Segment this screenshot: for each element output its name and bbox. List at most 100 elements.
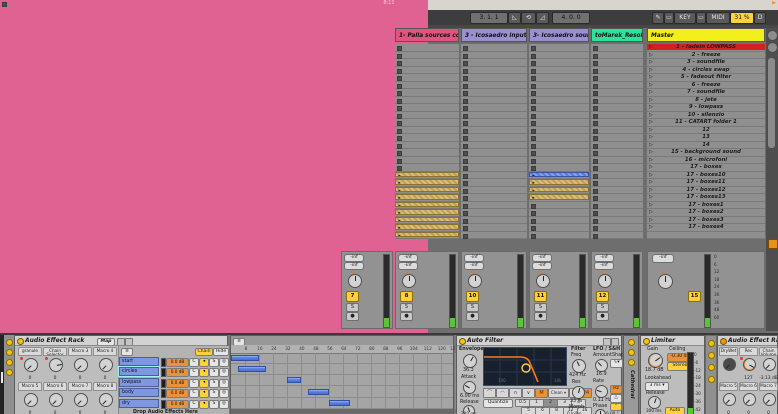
scene[interactable]: ▷17 - boxes1 bbox=[647, 202, 765, 208]
clip-slot[interactable]: ▶ bbox=[395, 179, 459, 187]
clip-slot[interactable] bbox=[591, 209, 643, 217]
lfo-rate-knob[interactable] bbox=[595, 385, 608, 398]
clip-slot[interactable] bbox=[529, 157, 589, 165]
track-activator[interactable]: 8 bbox=[400, 291, 413, 302]
scene-slot[interactable]: ▷2 - freeze bbox=[647, 52, 765, 60]
scene-slot[interactable]: ▷1 - fadein LOWPASS bbox=[647, 44, 765, 52]
chain-solo-button[interactable]: S bbox=[209, 389, 219, 398]
track-header-10[interactable]: 3- Icosaedro sources legno◉ bbox=[529, 28, 589, 42]
scene-slot[interactable]: ▷5 - fadeout filter bbox=[647, 74, 765, 82]
clip-stop-button[interactable] bbox=[593, 204, 598, 209]
chain-row-dry[interactable]: dry0.0 dBC◂S◎ bbox=[119, 399, 229, 409]
chain-name[interactable]: body bbox=[119, 388, 159, 397]
gain-field[interactable]: -inf bbox=[532, 262, 552, 270]
save-preset-icon[interactable] bbox=[611, 338, 619, 346]
chain-pan-field[interactable]: C bbox=[189, 389, 199, 398]
clip-slot[interactable] bbox=[591, 172, 643, 180]
clip-launch-icon[interactable]: ▶ bbox=[398, 196, 400, 200]
filter-type-highpass[interactable]: ◠ bbox=[496, 388, 509, 398]
clip-slot[interactable] bbox=[529, 119, 589, 127]
scene-launch-icon[interactable]: ▷ bbox=[649, 209, 653, 215]
scene-launch-icon[interactable]: ▷ bbox=[649, 104, 653, 110]
lfo-phase-knob[interactable] bbox=[595, 409, 606, 414]
chain-zone-bar[interactable] bbox=[329, 400, 350, 406]
clip-slot[interactable] bbox=[461, 74, 527, 82]
clip-slot[interactable] bbox=[461, 104, 527, 112]
clip-slot[interactable] bbox=[529, 217, 589, 225]
scene[interactable]: ▷12 bbox=[647, 127, 765, 133]
scene-launch-icon[interactable]: ▷ bbox=[649, 194, 653, 200]
chain-activator-button[interactable]: ◂ bbox=[199, 389, 209, 398]
clip-stop-button[interactable] bbox=[463, 54, 468, 59]
clip-slot[interactable]: ▶ bbox=[529, 179, 589, 187]
scene-launch-icon[interactable]: ▷ bbox=[649, 82, 653, 88]
clip-slot[interactable] bbox=[529, 127, 589, 135]
track-header-9[interactable]: 3 - Icosaedro input 1 bbox=[461, 28, 527, 42]
clip[interactable]: ▶ bbox=[395, 179, 459, 185]
clip-stop-button[interactable] bbox=[531, 234, 536, 239]
chain-pan-field[interactable]: C bbox=[189, 400, 199, 409]
chain-name[interactable]: lowpass bbox=[119, 378, 159, 387]
clip-stop-button[interactable] bbox=[531, 204, 536, 209]
clip-slot[interactable] bbox=[529, 59, 589, 67]
clip-stop-button[interactable] bbox=[531, 219, 536, 224]
beat-value-1[interactable]: 1 bbox=[529, 399, 544, 407]
rack-on-dot[interactable] bbox=[708, 340, 715, 347]
stop-all-clips-button[interactable] bbox=[768, 239, 778, 249]
clip-slot[interactable] bbox=[529, 134, 589, 142]
clip-stop-button[interactable] bbox=[593, 84, 598, 89]
scene-slot[interactable]: ▷8 - jete bbox=[647, 97, 765, 105]
scene-slot[interactable]: ▷17 - boxes bbox=[647, 164, 765, 172]
clip-stop-button[interactable] bbox=[397, 106, 402, 111]
chain-activator-button[interactable]: ◂ bbox=[199, 379, 209, 388]
scene[interactable]: ▷7 - soundfile bbox=[647, 89, 765, 95]
vertical-scrollbar[interactable] bbox=[768, 58, 775, 148]
scene-launch-icon[interactable]: ▷ bbox=[649, 44, 653, 50]
chain-zone-bar[interactable] bbox=[308, 389, 329, 395]
clip-slot[interactable] bbox=[591, 104, 643, 112]
clip-slot[interactable] bbox=[529, 149, 589, 157]
clip-stop-button[interactable] bbox=[593, 129, 598, 134]
macro-knob-chain-selector[interactable]: Chain Selector0 bbox=[43, 347, 67, 381]
macro-knob[interactable] bbox=[99, 358, 113, 372]
clip-slot[interactable]: ▶ bbox=[529, 172, 589, 180]
clip-slot[interactable] bbox=[529, 202, 589, 210]
clip-slot[interactable] bbox=[591, 52, 643, 60]
scene-slot[interactable]: ▷9 - lowpass bbox=[647, 104, 765, 112]
clip-stop-button[interactable] bbox=[531, 46, 536, 51]
master-track-header[interactable]: Master bbox=[647, 28, 765, 42]
clip-slot[interactable] bbox=[395, 82, 459, 90]
scene-slot[interactable]: ▷17 - boxes13 bbox=[647, 194, 765, 202]
track-header-8[interactable]: 1- Palla sources corpus◉ bbox=[395, 28, 459, 42]
clip-stop-button[interactable] bbox=[463, 219, 468, 224]
auto-release-button[interactable]: Auto bbox=[665, 407, 685, 414]
key-map-button[interactable]: KEY bbox=[674, 12, 696, 24]
clip-slot[interactable]: ▶ bbox=[395, 217, 459, 225]
punch-out-button[interactable]: ◿ bbox=[536, 12, 549, 24]
chain-dot-3[interactable] bbox=[6, 369, 13, 376]
clip-stop-button[interactable] bbox=[531, 129, 536, 134]
clip-slot[interactable] bbox=[461, 142, 527, 150]
clip-stop-button[interactable] bbox=[531, 159, 536, 164]
filter-display[interactable]: 100 10k bbox=[483, 347, 567, 386]
clip-stop-button[interactable] bbox=[531, 211, 536, 216]
scene-slot[interactable]: ▷3 - soundfile bbox=[647, 59, 765, 67]
clip-slot[interactable] bbox=[591, 59, 643, 67]
lfo-sync-hz-button[interactable]: Hz bbox=[610, 385, 622, 394]
clip-slot[interactable] bbox=[461, 217, 527, 225]
scene-launch-icon[interactable]: ▷ bbox=[649, 157, 653, 163]
clip-stop-button[interactable] bbox=[593, 226, 598, 231]
clip-slot[interactable] bbox=[461, 82, 527, 90]
clip-stop-button[interactable] bbox=[463, 84, 468, 89]
macro-knob-macro-5[interactable]: Macro 50 bbox=[719, 382, 738, 414]
clip-stop-button[interactable] bbox=[593, 166, 598, 171]
clip-stop-button[interactable] bbox=[531, 61, 536, 66]
scene-launch-icon[interactable]: ▷ bbox=[649, 224, 653, 230]
scene-launch-icon[interactable]: ▷ bbox=[649, 74, 653, 80]
chain-hotswap-button[interactable]: ◎ bbox=[219, 379, 229, 388]
scene[interactable]: ▷17 - boxes bbox=[647, 164, 765, 170]
clip-launch-icon[interactable]: ▶ bbox=[398, 188, 400, 192]
clip-slot[interactable] bbox=[591, 232, 643, 240]
clip-slot[interactable]: ▶ bbox=[529, 194, 589, 202]
scene-slot[interactable]: ▷12 bbox=[647, 127, 765, 135]
